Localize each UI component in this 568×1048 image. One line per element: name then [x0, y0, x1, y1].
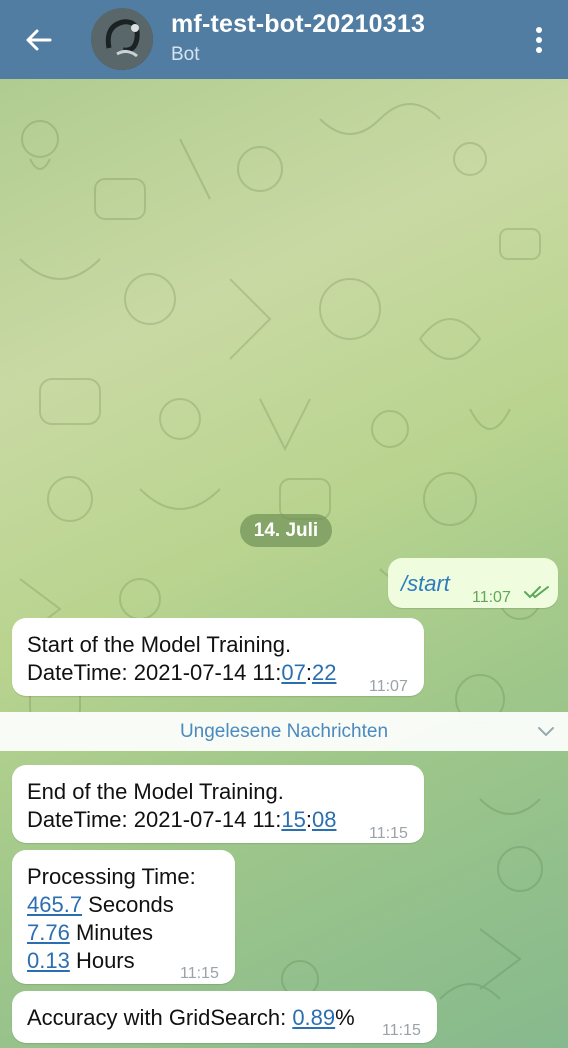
- chat-subtitle: Bot: [171, 44, 200, 65]
- message-line: DateTime: 2021-07-14 11:15:08: [27, 806, 336, 834]
- unread-label: Ungelesene Nachrichten: [179, 720, 389, 742]
- chat-header: mf-test-bot-20210313 Bot: [0, 0, 568, 79]
- message-time: 11:07: [369, 678, 408, 695]
- time-link[interactable]: 22: [312, 660, 336, 685]
- accuracy-prefix: Accuracy with GridSearch:: [27, 1005, 293, 1030]
- command-text[interactable]: /start: [401, 570, 450, 598]
- bot-avatar[interactable]: [91, 8, 153, 70]
- datetime-prefix: DateTime: 2021-07-14 11:: [27, 660, 282, 685]
- double-check-icon: [524, 586, 549, 599]
- message-line: End of the Model Training.: [27, 779, 284, 804]
- accuracy-suffix: %: [335, 1005, 355, 1030]
- hours-unit: Hours: [69, 948, 135, 973]
- message-bubble-incoming[interactable]: Accuracy with GridSearch: 0.89% 11:15: [12, 991, 437, 1043]
- more-options-button[interactable]: [524, 20, 554, 60]
- seconds-unit: Seconds: [82, 892, 174, 917]
- minutes-value-link[interactable]: 7.76: [27, 920, 70, 945]
- message-line: 0.13 Hours: [27, 947, 135, 975]
- message-line: Start of the Model Training.: [27, 632, 292, 657]
- message-line: 465.7 Seconds: [27, 891, 174, 919]
- message-bubble-incoming[interactable]: Processing Time: 465.7 Seconds 7.76 Minu…: [12, 850, 235, 984]
- more-vertical-icon: [536, 27, 542, 53]
- minutes-unit: Minutes: [69, 920, 153, 945]
- message-line: 7.76 Minutes: [27, 919, 153, 947]
- chevron-down-icon[interactable]: [536, 724, 556, 740]
- back-button[interactable]: [18, 20, 58, 60]
- message-bubble-incoming[interactable]: End of the Model Training. DateTime: 202…: [12, 765, 424, 843]
- message-bubble-outgoing[interactable]: /start 11:07: [388, 558, 558, 608]
- time-link[interactable]: 15: [281, 807, 305, 832]
- unread-messages-divider: Ungelesene Nachrichten: [0, 712, 568, 751]
- date-separator: 14. Juli: [240, 514, 332, 547]
- time-link[interactable]: 08: [312, 807, 336, 832]
- time-link[interactable]: 07: [281, 660, 305, 685]
- message-line: Accuracy with GridSearch: 0.89%: [27, 1004, 355, 1032]
- message-time: 11:15: [180, 965, 219, 982]
- message-line: DateTime: 2021-07-14 11:07:22: [27, 659, 336, 687]
- message-time: 11:07: [472, 589, 511, 606]
- message-time: 11:15: [369, 825, 408, 842]
- hours-value-link[interactable]: 0.13: [27, 948, 70, 973]
- message-bubble-incoming[interactable]: Start of the Model Training. DateTime: 2…: [12, 618, 424, 696]
- accuracy-value-link[interactable]: 0.89: [292, 1005, 335, 1030]
- arrow-left-icon: [26, 29, 52, 51]
- message-time: 11:15: [382, 1022, 421, 1039]
- chat-title[interactable]: mf-test-bot-20210313: [171, 10, 425, 39]
- seconds-value-link[interactable]: 465.7: [27, 892, 82, 917]
- datetime-prefix: DateTime: 2021-07-14 11:: [27, 807, 282, 832]
- message-line: Processing Time:: [27, 864, 196, 889]
- avatar-image: [91, 8, 153, 70]
